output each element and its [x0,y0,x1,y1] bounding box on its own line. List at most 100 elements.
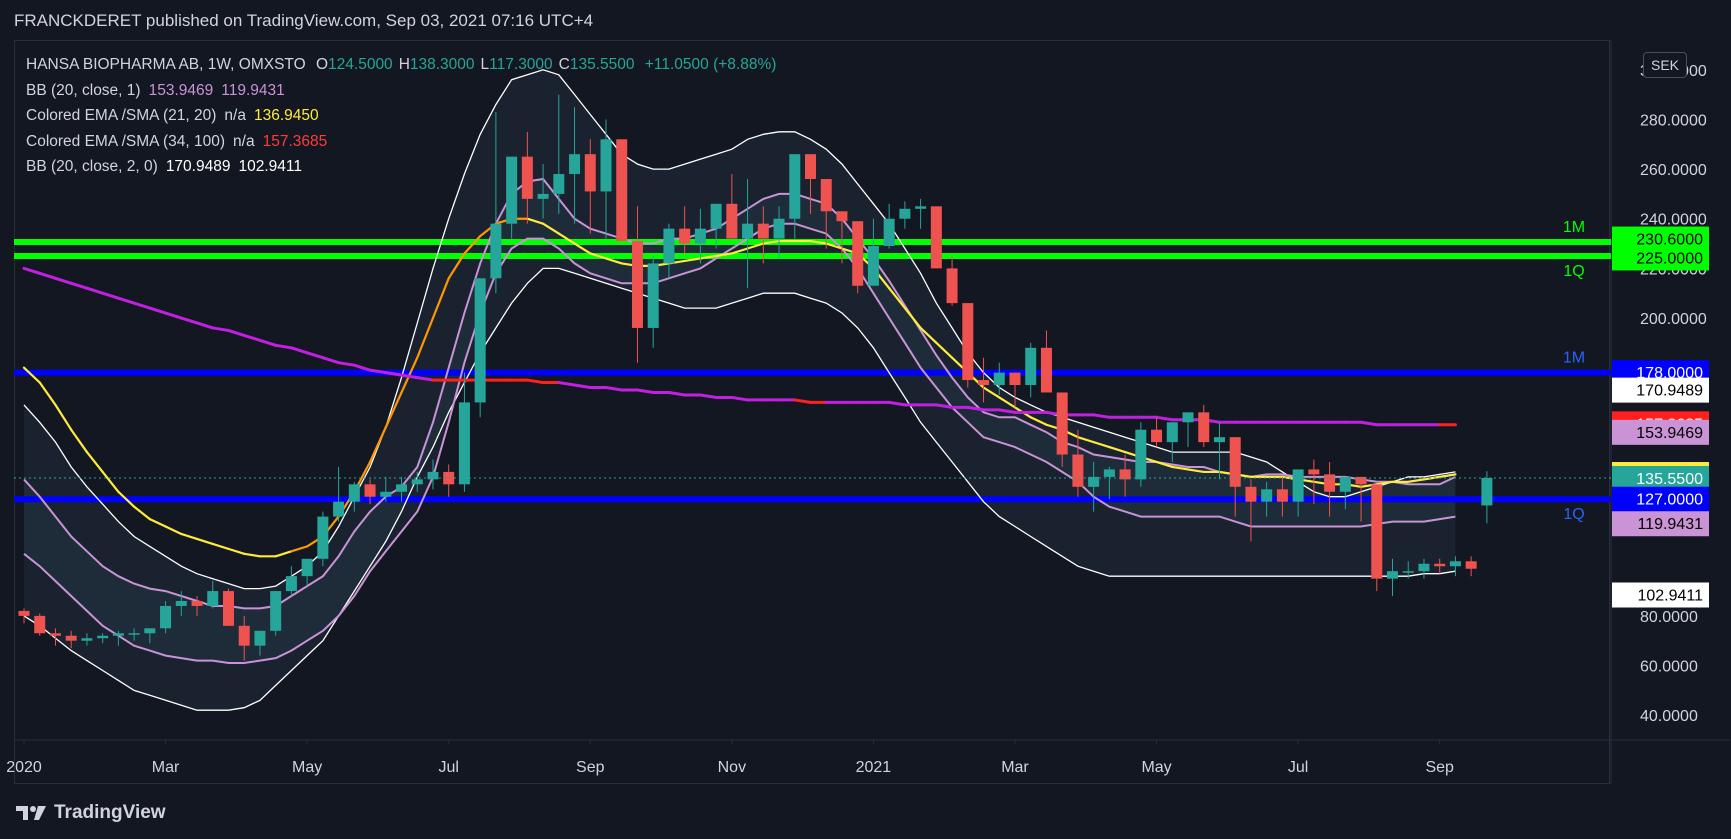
sma100-segment [85,286,105,295]
sma100-segment [525,378,545,385]
y-axis-tick-label: 240.0000 [1640,212,1707,229]
sma100-segment [698,393,718,399]
price-chart[interactable]: 1M1Q1M1Q40.000060.000080.0000200.0000220… [0,0,1731,839]
sma100-segment [38,271,57,280]
tradingview-brand[interactable]: TradingView [54,802,166,824]
candle-body [317,516,329,559]
price-tag-label: 102.9411 [1637,588,1703,605]
sma100-segment [164,311,183,320]
x-axis-tick-label: Sep [1425,759,1454,776]
sma100-segment [69,281,89,290]
ema21-segment [290,545,309,553]
ema21-segment [274,550,293,558]
candle-body [474,278,486,403]
y-axis-tick-label: 80.0000 [1640,609,1698,626]
ema21-segment [101,470,120,493]
candle-body [34,615,46,634]
candle-body [710,203,722,229]
sma100-segment [101,291,120,300]
candle-body [1292,469,1304,502]
candle-body [742,223,754,239]
candle-body [396,484,408,492]
candle-body [458,402,470,485]
candle-body [867,246,879,286]
x-axis-tick-label: Mar [1001,759,1029,776]
ema21-segment [85,450,104,474]
candle-body [1198,412,1210,443]
ema21-segment [70,428,89,454]
candle-body [537,193,549,199]
sma100-segment [274,343,293,350]
candle-body [128,633,140,635]
x-axis-tick-label: May [1141,759,1171,776]
candle-body [1009,372,1021,386]
candle-body [836,211,848,222]
sma100-segment [242,333,262,342]
sma100-segment [321,356,341,365]
sma100-segment [305,351,325,360]
sma100-segment [1359,420,1379,427]
ema21-segment [54,403,73,431]
sma100-segment [352,363,372,372]
candle-body [1261,489,1273,502]
candle-body [1371,484,1383,579]
sma100-segment [226,328,246,337]
candle-body [852,221,864,286]
sma100-segment [53,276,73,285]
price-tag-label: 170.9489 [1636,383,1703,400]
candle-body [1276,489,1288,502]
candle-body [1449,561,1461,567]
candle-body [978,380,990,386]
candle-body [962,303,974,381]
candle-body [757,223,769,239]
candle-body [1025,347,1037,386]
sma100-segment [604,386,624,392]
candle-body [1324,474,1336,492]
candle-body [993,372,1005,386]
candle-body [175,600,187,606]
candle-body [1418,563,1430,572]
candle-body [647,263,659,328]
sma100-segment [132,301,152,310]
candle-body [616,139,628,242]
x-axis-tick-label: Jul [1288,759,1308,776]
sma100-segment [635,388,655,394]
x-axis-tick-label: Nov [718,759,746,776]
candle-body [380,491,392,497]
price-tag-label: 135.5500 [1636,471,1703,488]
candle-body [506,156,518,224]
candle-body [238,625,250,646]
candle-body [1387,571,1399,579]
candle-body [773,218,785,239]
candle-body [1166,422,1178,443]
level-label: 1Q [1563,263,1584,280]
level-label: 1M [1563,219,1585,236]
candle-body [883,218,895,247]
candle-body [1339,476,1351,492]
candle-body [663,228,675,264]
tradingview-footer: TradingView [16,800,166,826]
y-axis-tick-label: 40.0000 [1640,708,1698,725]
sma100-segment [258,338,278,347]
candle-body [1434,563,1446,567]
ema21-segment [211,542,230,550]
candle-body [1213,437,1225,443]
ema21-segment [133,505,151,521]
ema21-segment [164,525,183,536]
currency-button[interactable]: SEK [1643,52,1687,78]
level-label: 1Q [1563,506,1584,523]
candle-body [1481,477,1493,506]
candle-body [631,241,643,328]
candle-body [1182,412,1194,423]
candle-body [600,139,612,192]
sma100-segment [887,400,907,407]
candle-body [65,635,77,641]
sma100-segment [557,381,577,387]
price-tag-label: 127.0000 [1636,492,1703,509]
candle-body [97,635,109,639]
candle-body [411,479,423,485]
candle-body [1229,437,1241,487]
price-tag-label: 119.9431 [1637,516,1703,533]
candle-body [679,228,691,244]
candle-body [694,228,706,244]
